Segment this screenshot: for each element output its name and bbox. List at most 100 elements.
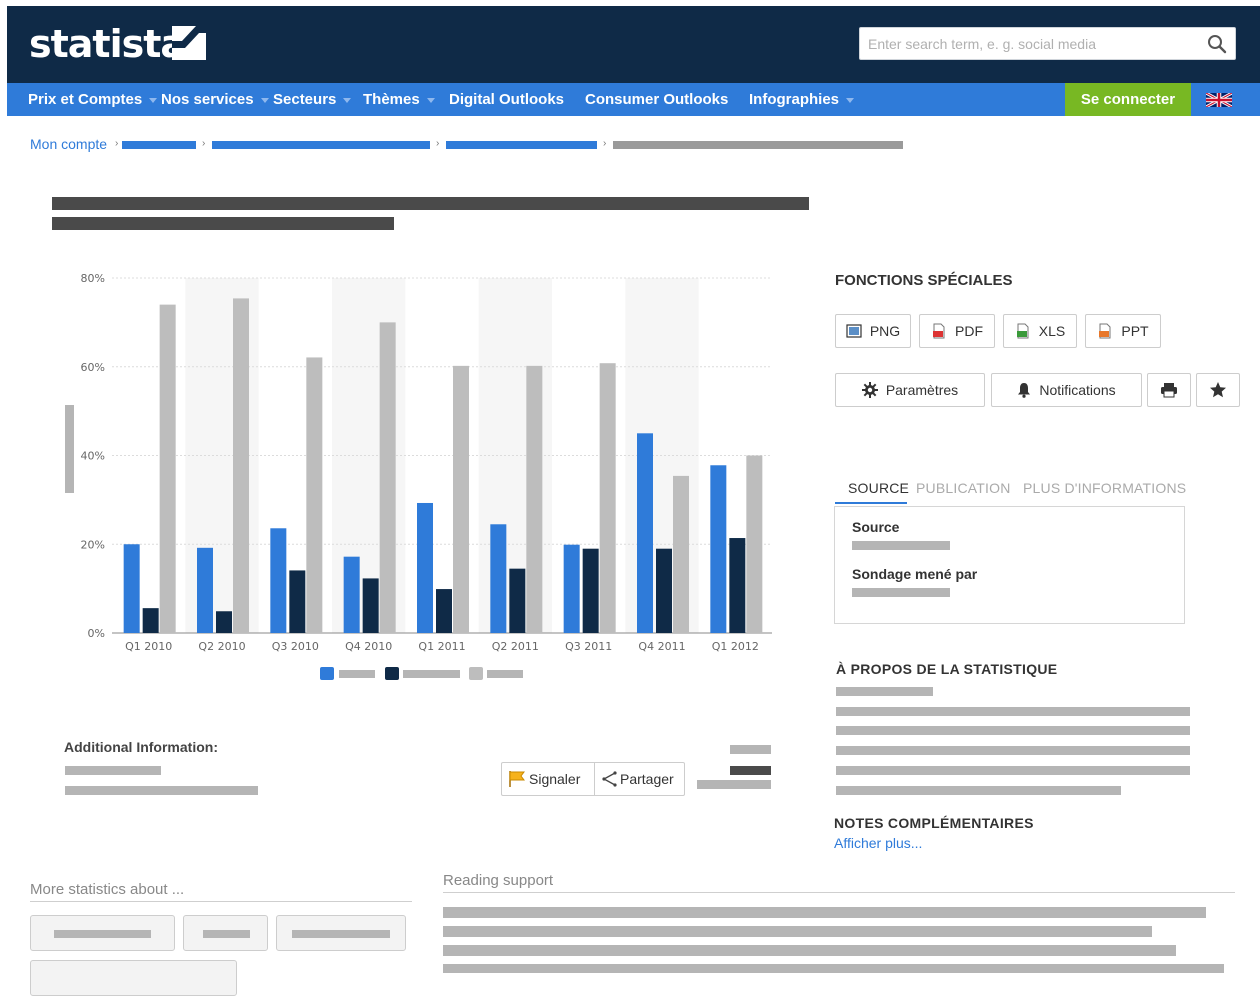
bar-series-2[interactable] (142, 608, 159, 633)
about-text-redacted (836, 687, 933, 696)
bar-series-1[interactable] (197, 547, 213, 633)
related-topic-chip[interactable] (183, 915, 268, 951)
nav-item-services[interactable]: Nos services (161, 83, 269, 116)
breadcrumb-separator: › (202, 138, 206, 149)
y-tick-label: 0% (88, 627, 105, 640)
breadcrumb-home-link[interactable]: Mon compte (30, 136, 107, 152)
printer-icon (1161, 383, 1177, 398)
more-statistics-title: More statistics about ... (30, 881, 185, 898)
bar-series-1[interactable] (270, 528, 287, 633)
bar-series-2[interactable] (436, 589, 452, 633)
bar-series-1[interactable] (343, 556, 360, 633)
nav-item-prices[interactable]: Prix et Comptes (28, 83, 158, 116)
notifications-button[interactable]: Notifications (991, 373, 1142, 407)
breadcrumb-current-redacted (613, 141, 903, 149)
legend-swatch-series-3[interactable] (469, 667, 483, 680)
x-tick-label: Q2 2011 (492, 640, 539, 653)
bar-series-2[interactable] (729, 538, 746, 633)
breadcrumb-link-redacted[interactable] (122, 141, 196, 149)
source-panel: Source Sondage mené par (834, 506, 1185, 624)
nav-label: Infographies (749, 91, 840, 108)
bar-series-3[interactable] (233, 298, 249, 633)
bar-series-1[interactable] (123, 544, 140, 633)
show-more-link[interactable]: Afficher plus... (834, 835, 922, 851)
tab-source[interactable]: SOURCE (848, 480, 909, 496)
png-export-button[interactable]: PNG (835, 314, 911, 348)
y-tick-label: 60% (81, 361, 105, 374)
bar-series-3[interactable] (379, 322, 396, 633)
nav-item-sectors[interactable]: Secteurs (273, 83, 352, 116)
xls-export-button[interactable]: XLS (1003, 314, 1077, 348)
bar-series-1[interactable] (637, 433, 653, 633)
about-statistic-title: À PROPOS DE LA STATISTIQUE (836, 661, 1058, 677)
tab-more-info[interactable]: PLUS D'INFORMATIONS (1023, 480, 1186, 496)
pdf-export-button[interactable]: PDF (919, 314, 995, 348)
share-button[interactable]: Partager (595, 763, 680, 795)
bar-series-3[interactable] (526, 365, 543, 633)
bar-series-1[interactable] (490, 524, 507, 633)
bar-series-3[interactable] (453, 365, 469, 633)
bar-series-3[interactable] (599, 363, 616, 633)
reading-support-title: Reading support (443, 872, 554, 889)
related-topic-chip[interactable] (30, 960, 237, 996)
legend-swatch-series-1[interactable] (320, 667, 334, 680)
search-icon[interactable] (1207, 34, 1227, 54)
bar-series-3[interactable] (159, 304, 176, 633)
chevron-down-icon (260, 97, 269, 103)
breadcrumb-link-redacted[interactable] (446, 141, 597, 149)
bar-series-2[interactable] (289, 570, 306, 633)
uk-flag-icon[interactable] (1206, 93, 1232, 107)
nav-item-infographics[interactable]: Infographies (749, 83, 855, 116)
survey-by-label: Sondage mené par (852, 566, 978, 582)
report-button[interactable]: Signaler (502, 763, 595, 795)
divider (443, 892, 1235, 893)
related-topic-chip[interactable] (30, 915, 175, 951)
x-tick-label: Q2 2010 (198, 640, 245, 653)
bar-series-3[interactable] (673, 475, 689, 633)
bar-series-2[interactable] (509, 568, 526, 633)
x-tick-label: Q3 2010 (272, 640, 319, 653)
y-tick-label: 80% (81, 272, 105, 285)
favorite-button[interactable] (1196, 373, 1240, 407)
additional-info-line-redacted (65, 786, 258, 795)
main-nav: Prix et Comptes Nos services Secteurs Th… (7, 83, 1260, 116)
legend-swatch-series-2[interactable] (385, 667, 399, 680)
bar-series-3[interactable] (306, 357, 323, 633)
nav-item-digital-outlooks[interactable]: Digital Outlooks (449, 83, 564, 116)
reading-text-redacted (443, 945, 1176, 956)
related-topic-chip[interactable] (276, 915, 406, 951)
bar-series-2[interactable] (656, 548, 672, 633)
print-button[interactable] (1147, 373, 1191, 407)
source-note-redacted (730, 766, 771, 775)
x-tick-label: Q4 2010 (345, 640, 392, 653)
bar-series-2[interactable] (582, 548, 599, 633)
statista-logo[interactable]: statista (29, 24, 186, 64)
nav-item-consumer-outlooks[interactable]: Consumer Outlooks (585, 83, 728, 116)
page-title-redacted (52, 197, 809, 210)
bar-series-1[interactable] (563, 544, 580, 633)
excel-file-icon (1016, 323, 1029, 339)
settings-button[interactable]: Paramètres (835, 373, 985, 407)
bar-series-2[interactable] (216, 611, 232, 633)
ppt-export-button[interactable]: PPT (1085, 314, 1161, 348)
x-tick-label: Q1 2012 (712, 640, 759, 653)
statista-logo-icon[interactable] (172, 26, 206, 60)
y-tick-label: 40% (81, 450, 105, 463)
nav-item-themes[interactable]: Thèmes (363, 83, 435, 116)
bar-series-1[interactable] (417, 502, 433, 633)
bar-series-1[interactable] (710, 465, 727, 633)
source-label: Source (852, 519, 900, 535)
bar-series-2[interactable] (362, 578, 379, 633)
bar-series-3[interactable] (746, 455, 763, 634)
additional-info-line-redacted (65, 766, 161, 775)
login-button[interactable]: Se connecter (1065, 83, 1191, 116)
nav-label: Secteurs (273, 91, 337, 108)
chart-legend (320, 667, 530, 681)
breadcrumb-link-redacted[interactable] (212, 141, 430, 149)
search-input[interactable] (860, 28, 1200, 59)
source-note-redacted (730, 745, 771, 754)
search-box (859, 27, 1236, 60)
tab-publication[interactable]: PUBLICATION (916, 480, 1011, 496)
star-icon (1210, 382, 1226, 398)
survey-by-value-redacted (852, 588, 950, 597)
